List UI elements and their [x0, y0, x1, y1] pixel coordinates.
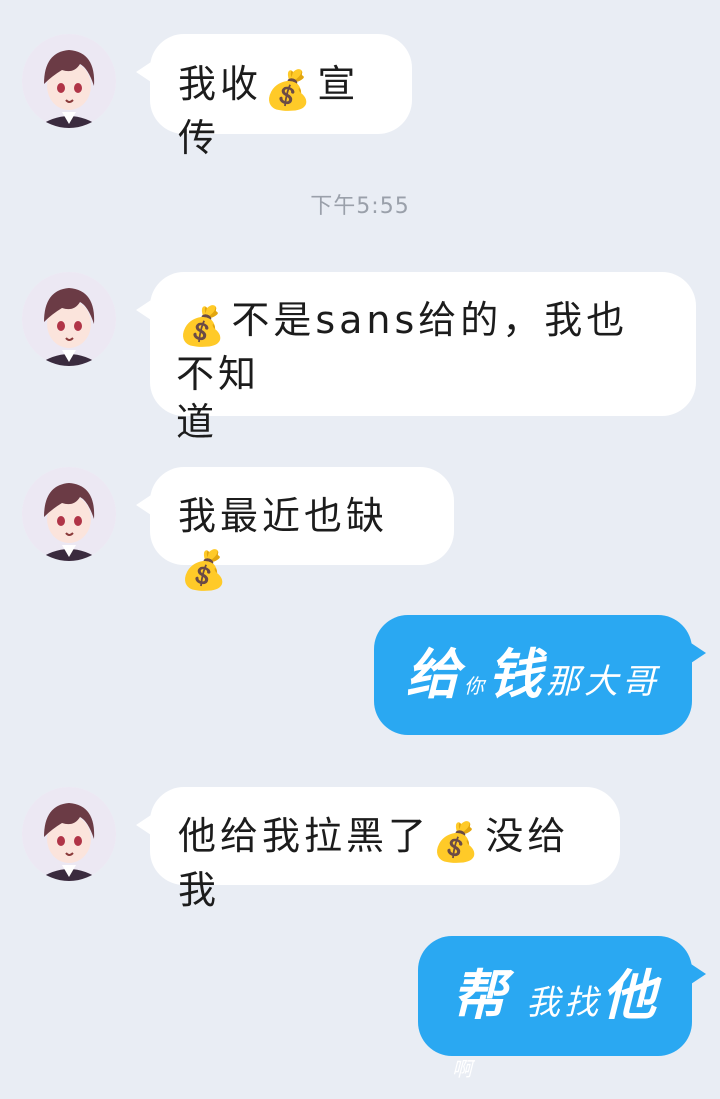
message-bubble[interactable]: 我收💰宣传	[136, 34, 412, 160]
money-bag-icon: 💰	[264, 68, 316, 112]
message-bubble[interactable]: 我最近也缺 💰	[136, 467, 454, 592]
message-bubble[interactable]: 💰不是sans给的，我也不知 道	[136, 272, 696, 444]
message-text: 我最近也缺	[178, 494, 389, 538]
message-text: 给	[406, 643, 464, 706]
avatar[interactable]	[22, 272, 116, 366]
message-text: 那大哥	[546, 662, 660, 702]
anime-avatar-icon	[22, 34, 116, 128]
message-text: 你	[464, 674, 488, 698]
anime-avatar-icon	[22, 272, 116, 366]
message-text: 他给我拉黑了	[178, 814, 431, 858]
money-bag-icon: 💰	[178, 304, 230, 348]
avatar[interactable]	[22, 467, 116, 561]
anime-avatar-icon	[22, 467, 116, 561]
message-text: 他	[602, 964, 661, 1027]
message-text: 道	[176, 400, 219, 444]
message-text: 我找	[526, 983, 603, 1023]
message-bubble[interactable]: 帮 我找他啊	[418, 936, 706, 1081]
timestamp: 下午5:55	[310, 194, 410, 219]
money-bag-icon: 💰	[432, 820, 484, 864]
money-bag-icon: 💰	[180, 548, 232, 592]
message-bubble[interactable]: 他给我拉黑了💰没给我	[136, 787, 620, 912]
message-text: 不是sans给的，我也不知	[176, 298, 629, 396]
anime-avatar-icon	[22, 787, 116, 881]
avatar[interactable]	[22, 34, 116, 128]
message-text: 帮	[452, 964, 510, 1027]
avatar[interactable]	[22, 787, 116, 881]
message-text: 钱	[488, 643, 546, 706]
message-text: 我收	[178, 62, 263, 106]
message-bubble[interactable]: 给你钱那大哥	[374, 615, 706, 735]
